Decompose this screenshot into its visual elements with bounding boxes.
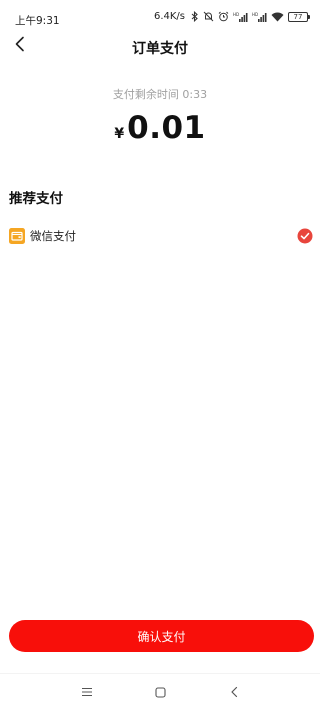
status-icons: 6.4K/s HD HD 77 [153,11,310,22]
section-title-recommended: 推荐支付 [9,191,63,207]
wallet-icon [9,228,25,244]
check-circle-icon[interactable] [297,228,313,244]
amount-display: ¥ 0.01 [0,110,320,146]
payment-option-label: 微信支付 [30,229,76,243]
signal-hd-2-icon: HD [252,12,267,22]
confirm-payment-button[interactable]: 确认支付 [9,620,314,652]
page-header: 订单支付 [0,30,320,64]
home-square-icon[interactable] [150,682,170,702]
svg-text:HD: HD [252,12,258,17]
mute-bell-icon [203,11,214,22]
page-title: 订单支付 [132,41,188,57]
payment-screen: 上午9:31 6.4K/s HD HD 77 订单支付 支付剩余时间 0:33 … [0,0,320,711]
network-speed: 6.4K/s [153,11,185,22]
alarm-icon [218,11,229,22]
back-triangle-icon[interactable] [224,682,244,702]
countdown-timer: 支付剩余时间 0:33 [112,88,208,101]
bluetooth-icon [191,11,199,22]
svg-text:HD: HD [233,12,239,17]
payment-option-wechat[interactable]: 微信支付 [0,222,320,250]
payment-amount: 0.01 [127,110,206,146]
wifi-icon [271,12,284,22]
system-nav-bar [0,674,320,711]
battery-icon: 77 [288,11,310,22]
status-time: 上午9:31 [15,15,60,27]
currency-symbol: ¥ [114,126,125,142]
menu-icon[interactable] [77,682,97,702]
signal-hd-1-icon: HD [233,12,248,22]
status-bar: 上午9:31 6.4K/s HD HD 77 [0,0,320,28]
